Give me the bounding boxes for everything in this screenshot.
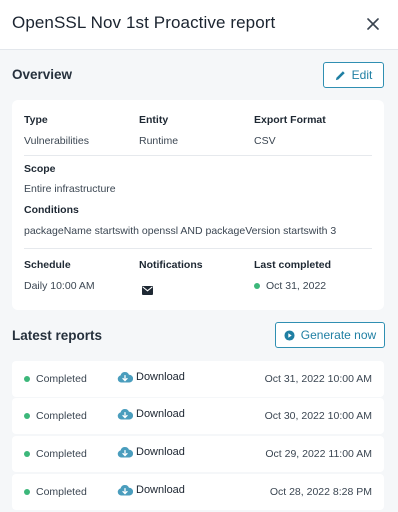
schedule-label: Schedule: [24, 259, 71, 271]
report-status: Completed: [24, 373, 87, 385]
notifications-label: Notifications: [139, 259, 203, 271]
divider: [24, 155, 372, 156]
page-title: OpenSSL Nov 1st Proactive report: [12, 13, 276, 32]
cloud-download-icon: [117, 447, 133, 458]
download-link[interactable]: Download: [117, 446, 185, 458]
report-status: Completed: [24, 486, 87, 498]
conditions-value: packageName startswith openssl AND packa…: [24, 225, 337, 237]
cloud-download-icon: [117, 485, 133, 496]
last-completed-value: Oct 31, 2022: [254, 280, 326, 292]
report-row: Completed Download Oct 29, 2022 11:00 AM: [12, 436, 384, 472]
report-row: Completed Download Oct 30, 2022 10:00 AM: [12, 398, 384, 434]
close-button[interactable]: [362, 13, 384, 35]
panel-header: OpenSSL Nov 1st Proactive report: [0, 0, 398, 50]
report-status-label: Completed: [36, 448, 87, 460]
last-completed-date: Oct 31, 2022: [266, 280, 327, 292]
status-dot: [254, 283, 260, 289]
report-status-label: Completed: [36, 373, 87, 385]
export-format-label: Export Format: [254, 114, 326, 126]
download-label: Download: [136, 446, 185, 458]
last-completed-label: Last completed: [254, 259, 332, 271]
status-dot: [24, 376, 30, 382]
type-label: Type: [24, 114, 48, 126]
edit-button[interactable]: Edit: [323, 62, 384, 88]
status-dot: [24, 451, 30, 457]
report-date: Oct 31, 2022 10:00 AM: [264, 373, 372, 385]
cloud-download-icon: [117, 409, 133, 420]
overview-card: Type Vulnerabilities Entity Runtime Expo…: [12, 100, 384, 310]
generate-now-button[interactable]: Generate now: [275, 322, 385, 348]
entity-label: Entity: [139, 114, 169, 126]
report-date: Oct 30, 2022 10:00 AM: [264, 410, 372, 422]
conditions-label: Conditions: [24, 204, 79, 216]
play-circle-icon: [284, 329, 295, 341]
export-format-value: CSV: [254, 135, 276, 147]
report-date: Oct 28, 2022 8:28 PM: [269, 486, 372, 498]
status-dot: [24, 489, 30, 495]
report-status-label: Completed: [36, 410, 87, 422]
report-row: Completed Download Oct 31, 2022 10:00 AM: [12, 361, 384, 397]
download-label: Download: [136, 371, 185, 383]
overview-heading: Overview: [12, 67, 73, 82]
mail-icon: [142, 282, 153, 300]
download-label: Download: [136, 484, 185, 496]
download-link[interactable]: Download: [117, 408, 185, 420]
status-dot: [24, 413, 30, 419]
edit-button-label: Edit: [351, 68, 373, 82]
schedule-value: Daily 10:00 AM: [24, 280, 95, 292]
download-label: Download: [136, 408, 185, 420]
type-value: Vulnerabilities: [24, 135, 89, 147]
cloud-download-icon: [117, 372, 133, 383]
report-status-label: Completed: [36, 486, 87, 498]
scope-value: Entire infrastructure: [24, 183, 116, 195]
close-icon: [367, 18, 379, 30]
entity-value: Runtime: [139, 135, 179, 147]
pencil-icon: [335, 70, 345, 80]
scope-label: Scope: [24, 163, 56, 175]
generate-now-label: Generate now: [300, 328, 377, 342]
divider: [24, 248, 372, 249]
report-date: Oct 29, 2022 11:00 AM: [265, 448, 372, 460]
report-row: Completed Download Oct 28, 2022 8:28 PM: [12, 474, 384, 510]
download-link[interactable]: Download: [117, 371, 185, 383]
report-status: Completed: [24, 448, 87, 460]
latest-reports-heading: Latest reports: [12, 328, 103, 343]
report-status: Completed: [24, 410, 87, 422]
download-link[interactable]: Download: [117, 484, 185, 496]
